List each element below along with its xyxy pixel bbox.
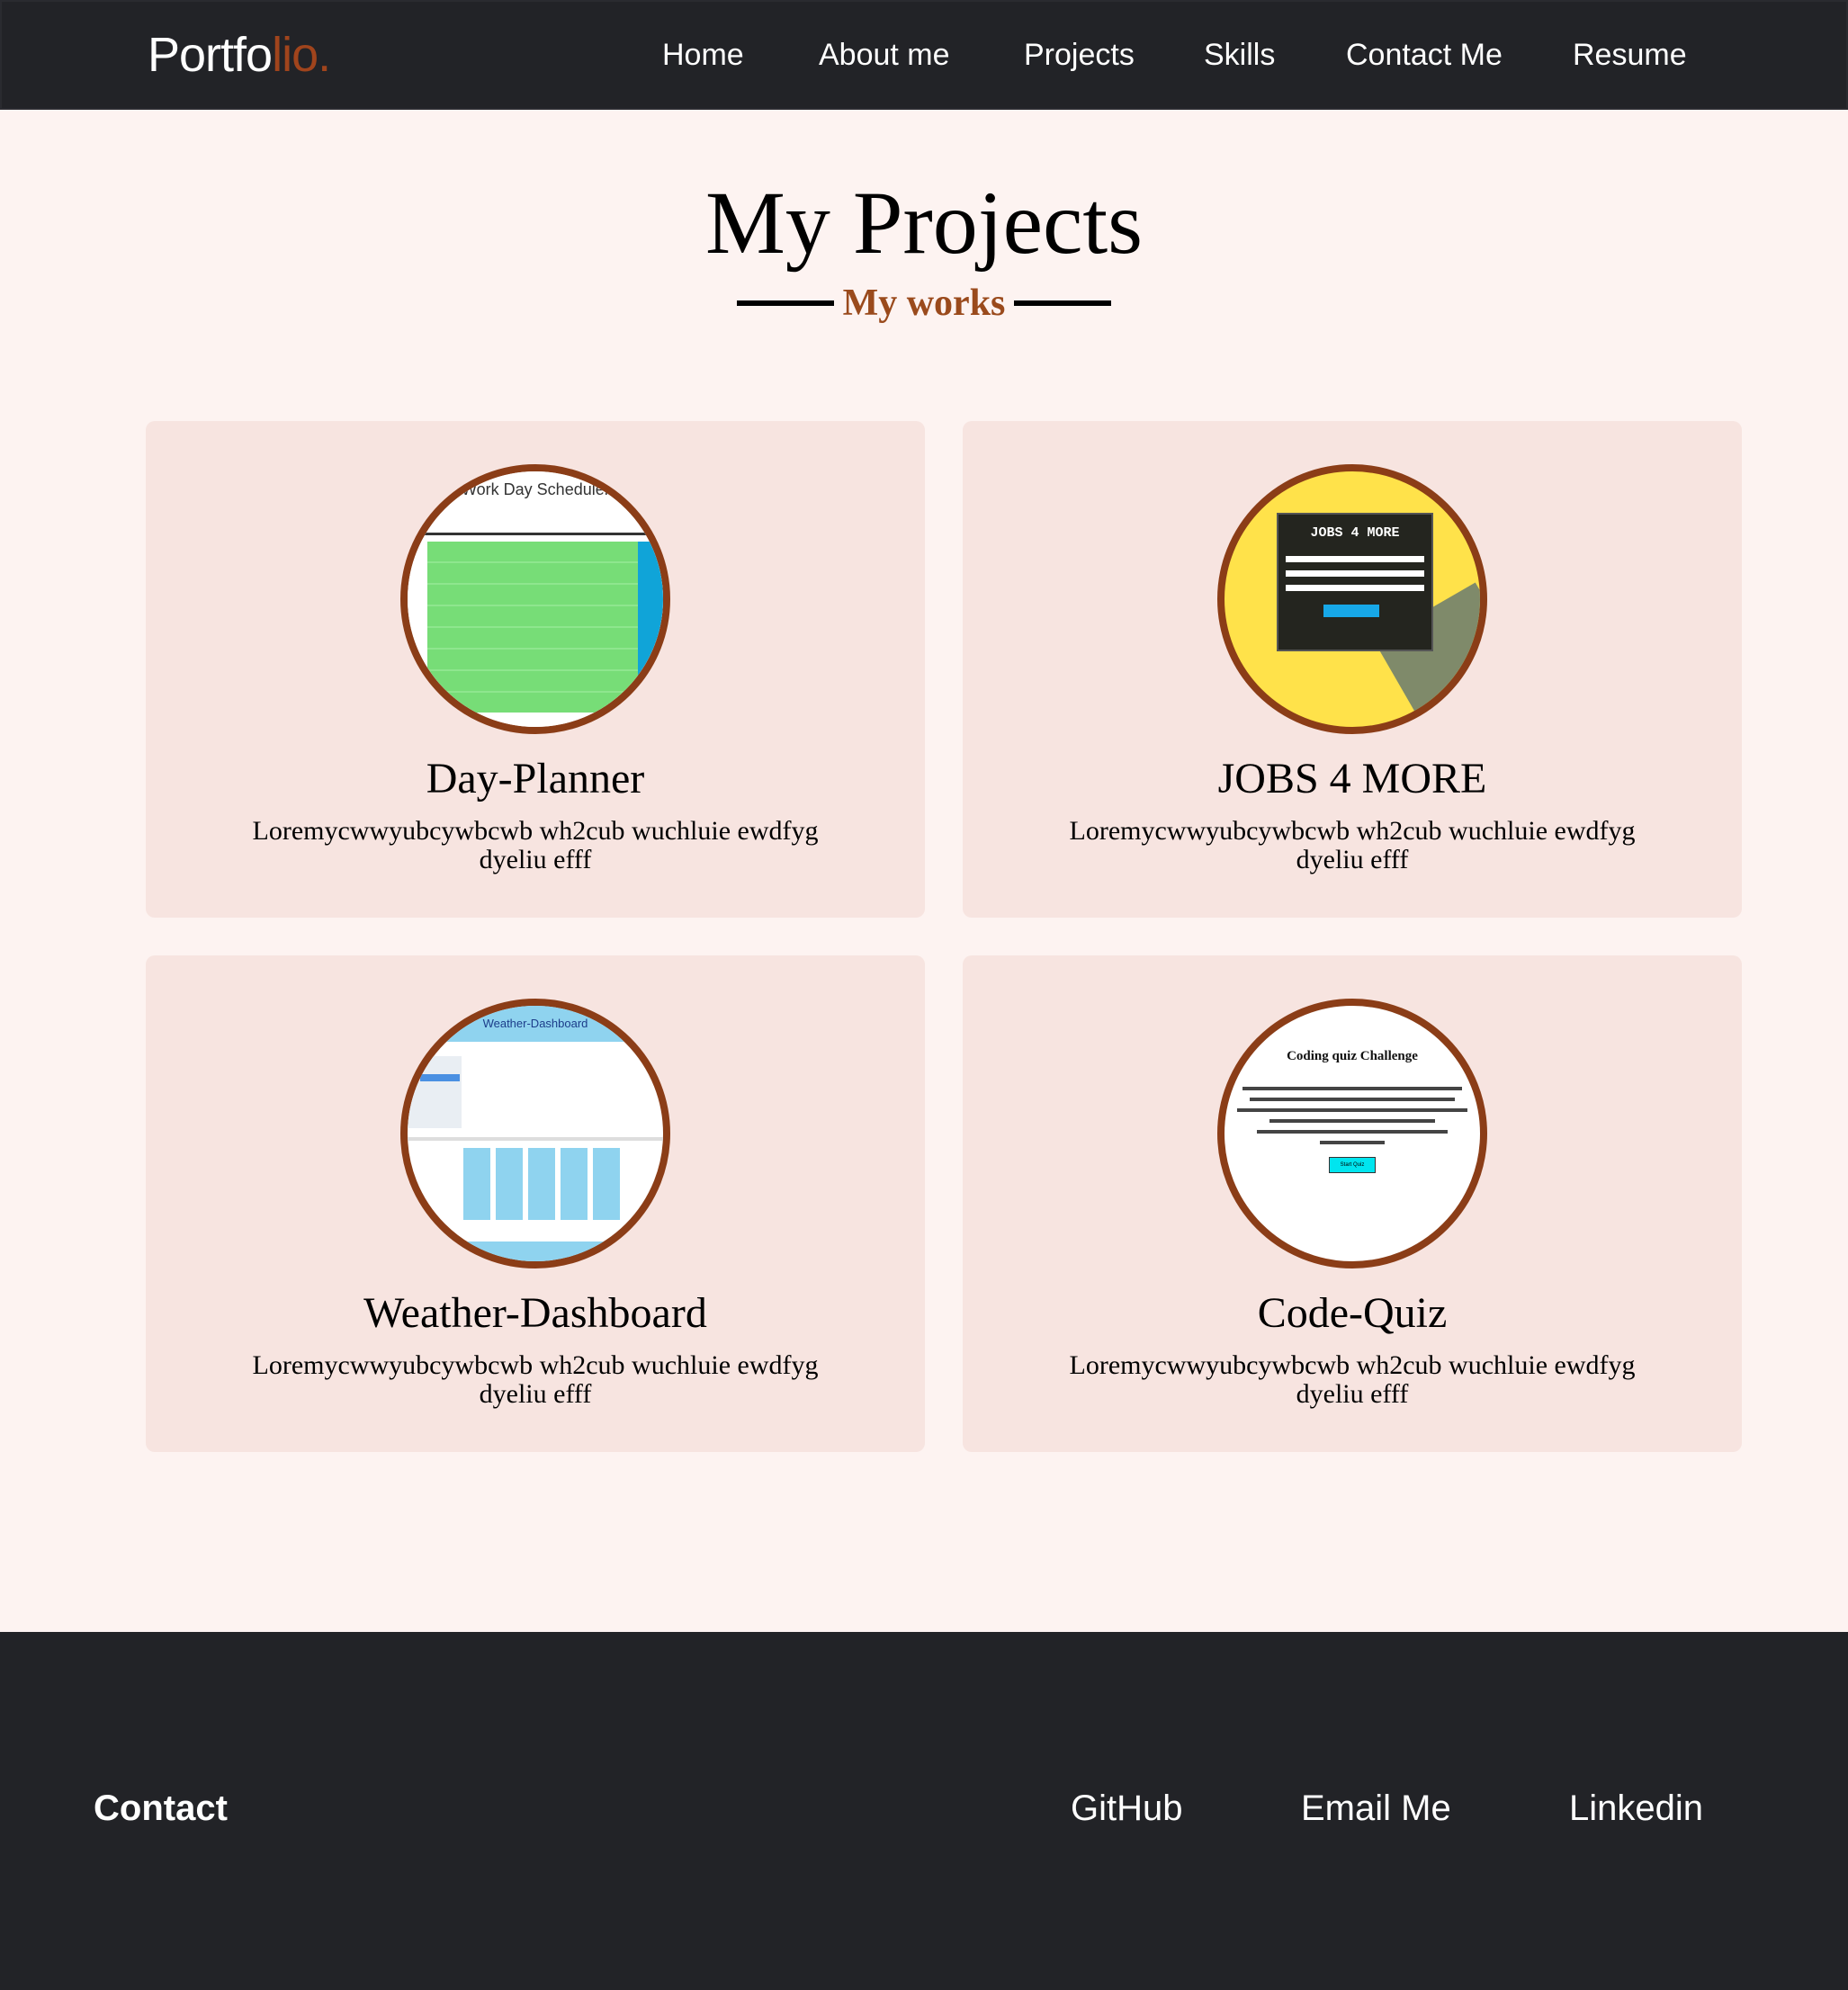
scheduler-save-column xyxy=(638,542,663,713)
page-title: My Projects xyxy=(704,173,1144,273)
project-title: JOBS 4 MORE xyxy=(1217,755,1487,802)
jobs-field-2 xyxy=(1286,570,1424,577)
footer-title: Contact xyxy=(94,1788,228,1828)
nav-contact-me[interactable]: Contact Me xyxy=(1346,38,1503,73)
forecast-day-1 xyxy=(463,1148,490,1220)
quiz-text-line-3 xyxy=(1237,1108,1467,1112)
project-title: Day-Planner xyxy=(426,755,645,802)
navbar: Portfolio. Home About me Projects Skills… xyxy=(0,0,1848,110)
scheduler-preview: Work Day Scheduler xyxy=(408,471,663,727)
project-description: Loremycwwyubcywbcwb wh2cub wuchluie ewdf… xyxy=(252,1350,819,1409)
nav-projects[interactable]: Projects xyxy=(1024,38,1135,73)
scheduler-preview-title: Work Day Scheduler xyxy=(462,480,610,498)
jobs-search-button xyxy=(1323,605,1379,617)
footer-linkedin-link[interactable]: Linkedin xyxy=(1569,1788,1703,1829)
nav-about-me[interactable]: About me xyxy=(819,38,950,73)
footer-github-link[interactable]: GitHub xyxy=(1071,1788,1183,1829)
weather-preview-header: Weather-Dashboard xyxy=(408,1006,663,1042)
jobs-preview-title: JOBS 4 MORE xyxy=(1310,525,1400,541)
subtitle-rule-right xyxy=(1014,300,1112,306)
project-thumbnail-jobs-4-more[interactable]: JOBS 4 MORE xyxy=(1217,464,1487,734)
nav-home[interactable]: Home xyxy=(662,38,744,73)
footer: Contact GitHub Email Me Linkedin xyxy=(0,1632,1848,1990)
project-title: Weather-Dashboard xyxy=(363,1289,707,1337)
project-title: Code-Quiz xyxy=(1257,1289,1448,1337)
nav-resume[interactable]: Resume xyxy=(1573,38,1687,73)
project-card-jobs-4-more[interactable]: JOBS 4 MORE JOBS 4 MORE Loremycwwyubcywb… xyxy=(963,421,1742,918)
subtitle-wrap: My works xyxy=(0,284,1848,322)
project-card-day-planner[interactable]: Work Day Scheduler Day-Planner Loremycww… xyxy=(146,421,925,918)
project-thumbnail-day-planner[interactable]: Work Day Scheduler xyxy=(400,464,670,734)
forecast-day-5 xyxy=(593,1148,620,1220)
quiz-text-line-5 xyxy=(1257,1130,1448,1134)
weather-search-panel xyxy=(408,1056,462,1128)
project-card-code-quiz[interactable]: Coding quiz Challenge Start Quiz Code-Qu… xyxy=(963,955,1742,1452)
quiz-text-line-4 xyxy=(1269,1119,1435,1123)
nav-links: Home About me Projects Skills Contact Me… xyxy=(2,38,1846,83)
jobs-form-preview: JOBS 4 MORE xyxy=(1277,513,1433,651)
project-description: Loremycwwyubcywbcwb wh2cub wuchluie ewdf… xyxy=(1069,816,1636,874)
forecast-day-4 xyxy=(561,1148,588,1220)
quiz-start-button: Start Quiz xyxy=(1329,1157,1376,1173)
quiz-preview-title: Coding quiz Challenge xyxy=(1287,1049,1418,1063)
quiz-text-line-1 xyxy=(1242,1087,1462,1090)
jobs-field-3 xyxy=(1286,585,1424,591)
forecast-day-3 xyxy=(528,1148,555,1220)
jobs-field-1 xyxy=(1286,556,1424,562)
page-subtitle: My works xyxy=(842,282,1006,324)
scheduler-divider xyxy=(408,533,663,535)
scheduler-rows xyxy=(427,542,640,713)
footer-email-link[interactable]: Email Me xyxy=(1301,1788,1451,1829)
project-card-weather-dashboard[interactable]: Weather-Dashboard Weather-Dashboard Lore… xyxy=(146,955,925,1452)
quiz-text-line-6 xyxy=(1320,1141,1385,1144)
project-description: Loremycwwyubcywbcwb wh2cub wuchluie ewdf… xyxy=(252,816,819,874)
weather-divider xyxy=(408,1137,663,1141)
project-thumbnail-weather-dashboard[interactable]: Weather-Dashboard xyxy=(400,999,670,1268)
weather-preview-footer xyxy=(408,1242,663,1261)
weather-preview-title: Weather-Dashboard xyxy=(482,1017,588,1030)
project-description: Loremycwwyubcywbcwb wh2cub wuchluie ewdf… xyxy=(1069,1350,1636,1409)
subtitle-rule-left xyxy=(736,300,834,306)
nav-skills[interactable]: Skills xyxy=(1204,38,1275,73)
quiz-text-line-2 xyxy=(1250,1098,1455,1101)
forecast-day-2 xyxy=(496,1148,523,1220)
weather-search-bar xyxy=(420,1074,460,1081)
project-thumbnail-code-quiz[interactable]: Coding quiz Challenge Start Quiz xyxy=(1217,999,1487,1268)
